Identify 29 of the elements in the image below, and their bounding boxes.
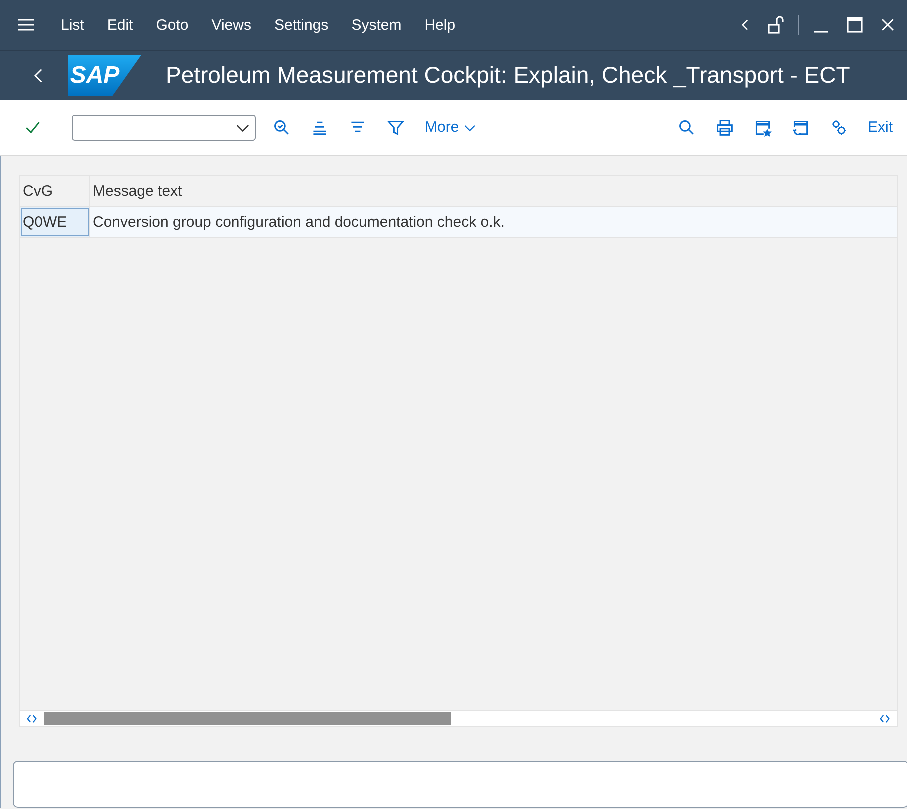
horizontal-scrollbar[interactable] — [20, 710, 897, 726]
close-icon[interactable] — [879, 16, 897, 34]
search-icon[interactable] — [678, 118, 696, 136]
table-cell[interactable]: Conversion group configuration and documentation check o.k. — [90, 214, 897, 230]
gears-icon[interactable] — [830, 118, 848, 136]
unlock-icon[interactable] — [766, 15, 786, 35]
column-header[interactable]: Message text — [90, 182, 897, 200]
command-field[interactable] — [72, 114, 256, 140]
column-header[interactable]: CvG — [20, 176, 90, 206]
table-cell[interactable]: Q0WE — [20, 207, 90, 237]
window-star-icon[interactable] — [754, 118, 772, 136]
filter-icon[interactable] — [387, 118, 405, 136]
sap-logo: SAP — [68, 54, 142, 96]
window-title: Petroleum Measurement Cockpit: Explain, Check _Transport - ECT — [166, 62, 850, 89]
menu-item[interactable]: List — [61, 16, 84, 34]
menu-item[interactable]: Edit — [107, 16, 134, 34]
maximize-icon[interactable] — [845, 15, 865, 35]
more-button[interactable]: More — [425, 119, 478, 136]
window-refresh-icon[interactable] — [792, 118, 810, 136]
zoom-check-icon[interactable] — [273, 118, 291, 136]
scrollbar-thumb[interactable] — [44, 712, 451, 725]
menu-item[interactable]: Settings — [274, 16, 329, 34]
menu-item[interactable]: Goto — [156, 16, 189, 34]
printer-icon[interactable] — [716, 118, 734, 136]
menu-item[interactable]: Help — [424, 16, 456, 34]
table-row[interactable]: Q0WE Conversion group configuration and documentation check o.k. — [20, 207, 897, 238]
menu-item[interactable]: System — [352, 16, 402, 34]
menu-item[interactable]: Views — [212, 16, 252, 34]
exit-button[interactable]: Exit — [868, 119, 893, 136]
